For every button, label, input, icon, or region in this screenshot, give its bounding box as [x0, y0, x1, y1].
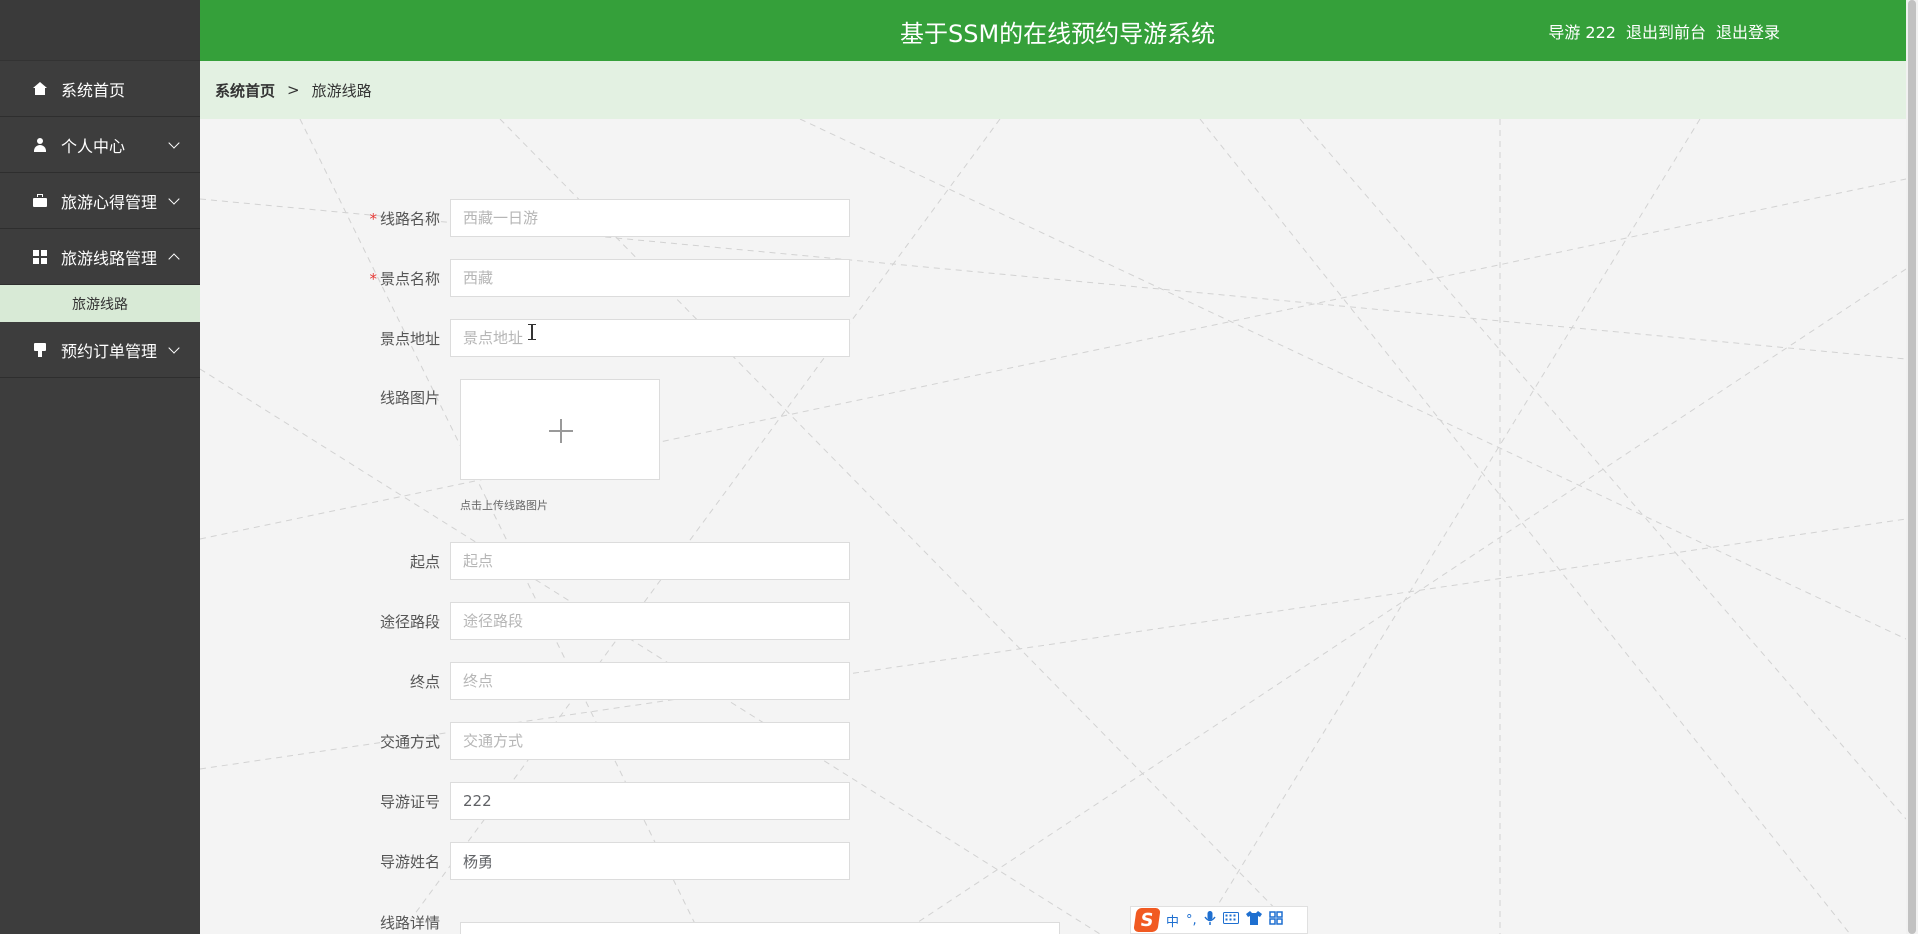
- upload-hint: 点击上传线路图片: [460, 499, 548, 512]
- sidebar-subitem-routes[interactable]: 旅游线路: [0, 285, 200, 322]
- chevron-down-icon: [168, 342, 180, 354]
- guide-name-input[interactable]: [450, 842, 850, 880]
- to-front-link[interactable]: 退出到前台: [1626, 19, 1706, 43]
- sidebar-subitem-label: 旅游线路: [72, 296, 128, 313]
- form-row-guide-id: 导游证号: [200, 782, 850, 820]
- sogou-logo[interactable]: S: [1133, 908, 1161, 932]
- skin-icon[interactable]: [1245, 911, 1262, 929]
- current-user: 导游 222: [1548, 23, 1616, 42]
- transport-label: 交通方式: [379, 732, 440, 751]
- spot-name-input[interactable]: [450, 259, 850, 297]
- form-row-spot-address: 景点地址: [200, 319, 850, 357]
- image-upload-box[interactable]: [460, 379, 660, 480]
- details-editor[interactable]: [460, 922, 1060, 934]
- sidebar-item-label: 预约订单管理: [61, 341, 158, 361]
- route-image-label: 线路图片: [379, 389, 440, 407]
- breadcrumb-separator: >: [287, 81, 300, 99]
- sidebar-logo-area: [0, 0, 200, 61]
- sidebar-item-label: 旅游线路管理: [61, 248, 158, 268]
- end-input[interactable]: [450, 662, 850, 700]
- home-icon: [33, 81, 47, 96]
- grid-icon: [33, 249, 47, 264]
- form-row-guide-name: 导游姓名: [200, 842, 850, 880]
- transport-input[interactable]: [450, 722, 850, 760]
- form-row-end: 终点: [200, 662, 850, 700]
- breadcrumb-home[interactable]: 系统首页: [215, 80, 275, 101]
- required-mark: *: [369, 209, 377, 228]
- form-row-start: 起点: [200, 542, 850, 580]
- sidebar-item-route-management[interactable]: 旅游线路管理: [0, 229, 200, 285]
- form-row-via: 途径路段: [200, 602, 850, 640]
- ime-punct-toggle[interactable]: °,: [1186, 913, 1197, 928]
- chevron-up-icon: [168, 253, 180, 265]
- logout-link[interactable]: 退出登录: [1716, 19, 1780, 43]
- spot-name-label: * 景点名称: [369, 269, 440, 288]
- spot-address-input[interactable]: [450, 319, 850, 357]
- stamp-icon: [33, 342, 47, 357]
- route-name-input[interactable]: [450, 199, 850, 237]
- scrollbar-thumb[interactable]: [1908, 0, 1916, 934]
- main-content: *线路名称 *景点名称 景点地址 线路图片 点击上传线路图片 起点 途径路段 终…: [200, 119, 1906, 934]
- sidebar-item-personal-center[interactable]: 个人中心: [0, 117, 200, 173]
- sidebar-item-home[interactable]: 系统首页: [0, 61, 200, 117]
- top-header: 基于SSM的在线预约导游系统 导游 222 退出到前台 退出登录: [200, 0, 1906, 61]
- page-scrollbar[interactable]: [1906, 0, 1918, 934]
- sidebar-item-label: 系统首页: [61, 80, 126, 100]
- form-row-route-name: * 线路名称: [200, 199, 850, 237]
- sidebar-item-label: 旅游心得管理: [61, 192, 158, 212]
- guide-id-input[interactable]: [450, 782, 850, 820]
- form-row-details: 线路详情: [200, 912, 450, 933]
- form-row-transport: 交通方式: [200, 722, 850, 760]
- sidebar-menu: 系统首页 个人中心 旅游心得管理 旅游线路管理 旅游线路 预约订单管理: [0, 61, 200, 378]
- ime-toolbar: S 中 °,: [1130, 906, 1308, 934]
- sidebar: 系统首页 个人中心 旅游心得管理 旅游线路管理 旅游线路 预约订单管理: [0, 0, 200, 934]
- sidebar-item-booking-management[interactable]: 预约订单管理: [0, 322, 200, 378]
- details-label: 线路详情: [379, 914, 440, 932]
- form-row-spot-name: * 景点名称: [200, 259, 850, 297]
- spot-address-label: 景点地址: [379, 329, 440, 348]
- chevron-down-icon: [168, 137, 180, 149]
- via-label: 途径路段: [379, 612, 440, 631]
- chevron-down-icon: [168, 193, 180, 205]
- guide-name-label: 导游姓名: [379, 852, 440, 871]
- keyboard-icon[interactable]: [1222, 912, 1239, 928]
- required-mark: *: [369, 269, 377, 288]
- breadcrumb-current: 旅游线路: [311, 81, 372, 100]
- start-input[interactable]: [450, 542, 850, 580]
- plus-icon: [560, 419, 562, 443]
- breadcrumb: 系统首页 > 旅游线路: [200, 61, 1906, 119]
- route-name-label: * 线路名称: [369, 209, 440, 228]
- sidebar-item-label: 个人中心: [61, 136, 126, 156]
- form-row-route-image: 线路图片: [200, 379, 450, 408]
- apps-icon[interactable]: [1268, 911, 1283, 929]
- via-input[interactable]: [450, 602, 850, 640]
- ime-mode-toggle[interactable]: 中: [1166, 911, 1179, 930]
- text-cursor-icon: [528, 324, 536, 340]
- end-label: 终点: [409, 672, 440, 691]
- sidebar-item-travel-notes[interactable]: 旅游心得管理: [0, 173, 200, 229]
- start-label: 起点: [409, 552, 440, 571]
- briefcase-icon: [33, 193, 47, 208]
- mic-icon[interactable]: [1204, 911, 1216, 929]
- header-user-area: 导游 222 退出到前台 退出登录: [1548, 19, 1780, 43]
- app-title: 基于SSM的在线预约导游系统: [900, 20, 1216, 48]
- guide-id-label: 导游证号: [379, 792, 440, 811]
- user-icon: [33, 137, 47, 152]
